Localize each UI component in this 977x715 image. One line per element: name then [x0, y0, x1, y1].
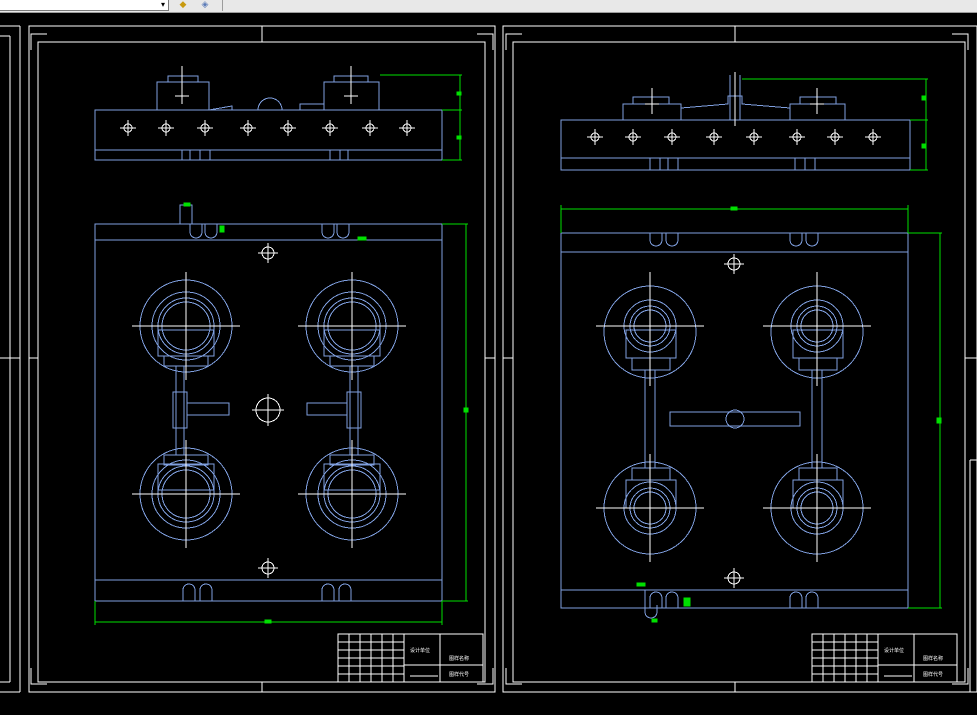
- sheet-2-plan-view: [560, 232, 909, 619]
- sheet-1-title-block-label-2: 图样名称: [449, 655, 469, 662]
- sheet-1: 设计单位 图样名称 图样代号: [28, 25, 496, 693]
- sheet-1-side-view-holes: [120, 66, 415, 136]
- drawing-canvas[interactable]: 设计单位 图样名称 图样代号 设计单位 图样名称 图样代号: [0, 13, 977, 715]
- toolbar: ▾ ◆ ◈: [0, 0, 977, 13]
- chevron-down-icon[interactable]: ▾: [158, 0, 168, 10]
- sheet-1-side-view-dims: [380, 74, 462, 161]
- sheet-2-title-block-label-3: 图样代号: [923, 671, 943, 678]
- layer-properties-icon[interactable]: ◈: [198, 0, 212, 10]
- sheet-1-title-block-label-1: 设计单位: [410, 647, 430, 654]
- toolbar-separator: [222, 0, 223, 11]
- layer-state-icon[interactable]: ◆: [176, 0, 190, 10]
- partial-sheet-left-edge: [0, 25, 21, 693]
- layer-combo[interactable]: [0, 0, 169, 11]
- sheet-1-frame: [28, 25, 496, 693]
- sheet-2-plan-centerlines: [596, 254, 871, 588]
- sheet-2: 设计单位 图样名称 图样代号: [502, 25, 977, 693]
- sheet-2-frame: [502, 25, 977, 693]
- sheet-2-title-block-label-2: 图样名称: [923, 655, 943, 662]
- partial-sheet-right-edge: [969, 459, 977, 692]
- sheet-1-title-block-label-3: 图样代号: [449, 671, 469, 678]
- sheet-2-title-block-label-1: 设计单位: [884, 647, 904, 654]
- sheet-2-plan-dims: [560, 205, 942, 623]
- sheet-2-side-view-holes: [587, 72, 881, 145]
- sheet-2-runner: [644, 369, 823, 469]
- sheet-1-side-view: [94, 75, 443, 161]
- sheet-2-side-view-dims: [742, 78, 928, 171]
- sheet-1-plan-dims: [94, 202, 469, 625]
